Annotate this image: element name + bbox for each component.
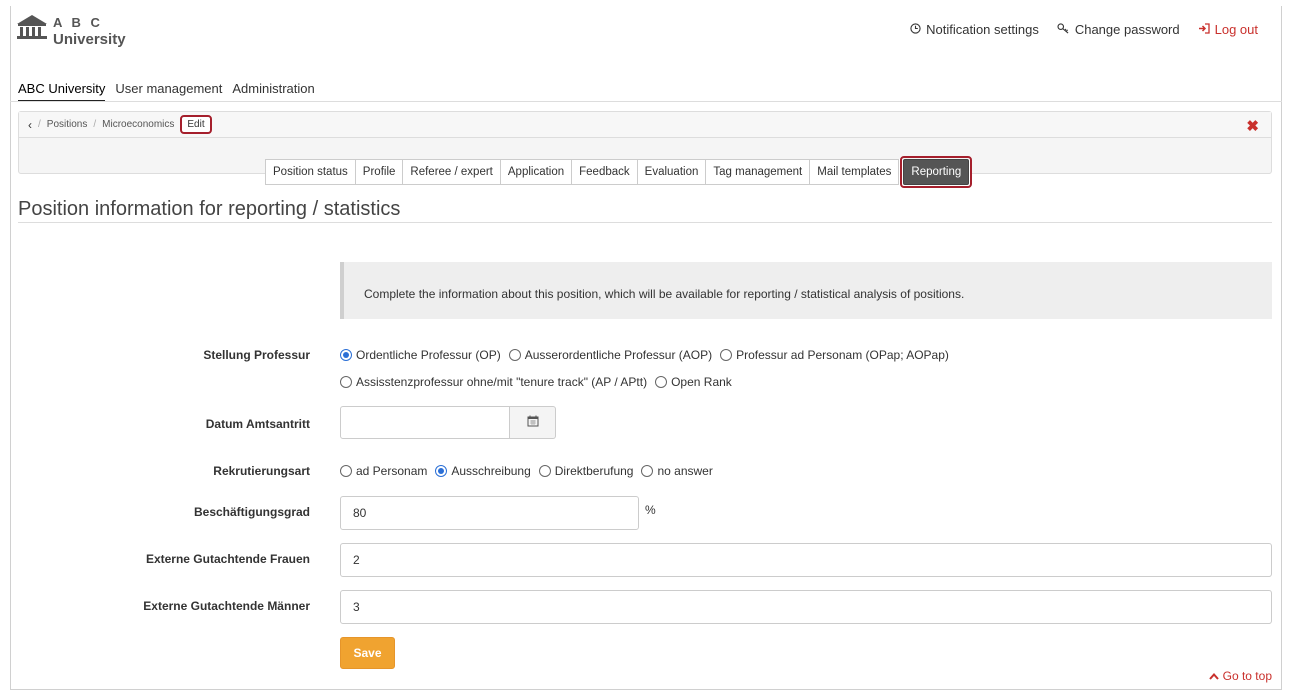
- radio-open-rank[interactable]: Open Rank: [655, 375, 732, 389]
- title-divider: [18, 222, 1272, 223]
- stellung-radio-group: Ordentliche Professur (OP) Ausserordentl…: [340, 343, 953, 394]
- tab-reporting-highlight: Reporting: [900, 156, 973, 188]
- percent-unit: %: [645, 503, 656, 517]
- tab-reporting[interactable]: Reporting: [903, 159, 970, 185]
- radio-assistenzprofessur[interactable]: Assisstenzprofessur ohne/mit "tenure tra…: [340, 375, 647, 389]
- calendar-icon: [527, 415, 539, 430]
- nav-abc-university[interactable]: ABC University: [18, 81, 106, 102]
- info-box: Complete the information about this posi…: [340, 262, 1272, 319]
- datum-label: Datum Amtsantritt: [205, 417, 310, 431]
- breadcrumb-positions[interactable]: Positions: [47, 119, 88, 130]
- nav-user-management[interactable]: User management: [115, 81, 222, 102]
- breadcrumb-panel: ‹ / Positions / Microeconomics Edit ✖ Po…: [18, 111, 1272, 188]
- back-chevron-icon[interactable]: ‹: [28, 118, 32, 132]
- notification-settings-link[interactable]: Notification settings: [910, 22, 1039, 37]
- top-links: Notification settings Change password Lo…: [910, 22, 1258, 37]
- tab-profile[interactable]: Profile: [355, 159, 404, 185]
- tab-tag-management[interactable]: Tag management: [706, 159, 811, 185]
- logo-text-top: A B C: [53, 15, 103, 30]
- go-to-top-link[interactable]: Go to top: [1208, 669, 1272, 683]
- datum-field-group: [340, 406, 556, 439]
- radio-empty-icon: [720, 349, 733, 361]
- frauen-label: Externe Gutachtende Frauen: [145, 552, 310, 566]
- radio-ausserordentliche-professur[interactable]: Ausserordentliche Professur (AOP): [508, 348, 712, 362]
- go-to-top-label: Go to top: [1222, 669, 1272, 683]
- tab-position-status[interactable]: Position status: [265, 159, 356, 185]
- clock-icon: [910, 22, 921, 37]
- logout-label: Log out: [1214, 22, 1258, 37]
- breadcrumb-microeconomics[interactable]: Microeconomics: [102, 119, 174, 130]
- nav-administration[interactable]: Administration: [232, 81, 314, 102]
- breadcrumb-edit[interactable]: Edit: [180, 115, 212, 134]
- frauen-input[interactable]: 2: [340, 543, 1272, 577]
- besch-label: Beschäftigungsgrad: [193, 505, 310, 519]
- calendar-button[interactable]: [510, 406, 556, 439]
- tab-mail-templates[interactable]: Mail templates: [810, 159, 900, 185]
- radio-empty-icon: [340, 376, 352, 388]
- tab-feedback[interactable]: Feedback: [572, 159, 638, 185]
- datum-input[interactable]: [340, 406, 510, 439]
- radio-selected-icon: [435, 465, 448, 477]
- radio-empty-icon: [508, 349, 521, 361]
- maenner-label: Externe Gutachtende Männer: [143, 599, 310, 613]
- radio-no-answer[interactable]: no answer: [641, 464, 713, 478]
- change-password-label: Change password: [1074, 22, 1180, 37]
- tab-application[interactable]: Application: [500, 159, 573, 185]
- radio-ordentliche-professur[interactable]: Ordentliche Professur (OP): [340, 348, 501, 362]
- radio-direktberufung[interactable]: Direktberufung: [538, 464, 633, 478]
- besch-input[interactable]: 80: [340, 496, 639, 530]
- nav-divider: [10, 101, 1282, 102]
- building-icon: [17, 15, 47, 39]
- stellung-label: Stellung Professur: [203, 348, 310, 362]
- close-icon[interactable]: ✖: [1246, 117, 1259, 135]
- radio-empty-icon: [641, 465, 654, 477]
- tab-referee-expert[interactable]: Referee / expert: [403, 159, 501, 185]
- logout-icon: [1198, 22, 1210, 37]
- save-button[interactable]: Save: [340, 637, 395, 669]
- key-icon: [1057, 22, 1070, 37]
- maenner-input[interactable]: 3: [340, 590, 1272, 624]
- main-nav: ABC University User management Administr…: [18, 81, 315, 102]
- radio-empty-icon: [340, 465, 352, 477]
- breadcrumb: ‹ / Positions / Microeconomics Edit: [19, 112, 1271, 138]
- radio-ad-personam[interactable]: ad Personam: [340, 464, 427, 478]
- notification-settings-label: Notification settings: [926, 22, 1039, 37]
- radio-empty-icon: [655, 376, 668, 388]
- rekrut-radio-group: ad Personam Ausschreibung Direktberufung…: [340, 459, 717, 483]
- page-title: Position information for reporting / sta…: [18, 198, 401, 220]
- tab-bar: Position status Profile Referee / expert…: [265, 156, 973, 188]
- radio-professur-ad-personam[interactable]: Professur ad Personam (OPap; AOPap): [720, 348, 949, 362]
- rekrut-label: Rekrutierungsart: [213, 464, 310, 478]
- chevron-up-icon: [1208, 669, 1219, 683]
- logout-link[interactable]: Log out: [1198, 22, 1258, 37]
- university-logo[interactable]: A B C University: [16, 14, 126, 48]
- radio-selected-icon: [340, 349, 352, 361]
- logo-text-bottom: University: [53, 31, 126, 48]
- change-password-link[interactable]: Change password: [1057, 22, 1180, 37]
- radio-ausschreibung[interactable]: Ausschreibung: [435, 464, 531, 478]
- radio-empty-icon: [538, 465, 551, 477]
- tab-evaluation[interactable]: Evaluation: [637, 159, 707, 185]
